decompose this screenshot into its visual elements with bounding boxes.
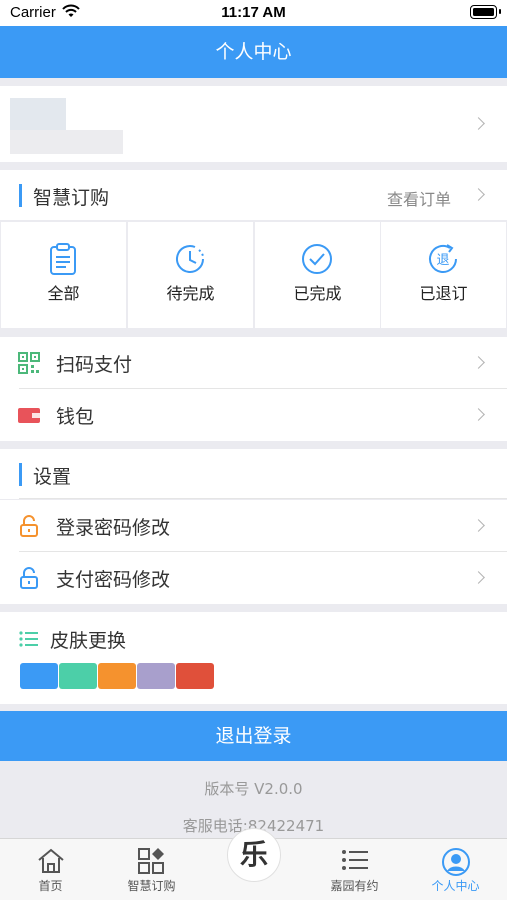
tab-jiayuan[interactable]: 嘉园有约 xyxy=(304,839,405,900)
settings-header: 设置 xyxy=(0,449,507,499)
tab-home[interactable]: 首页 xyxy=(0,839,101,900)
tab-smart-order[interactable]: 智慧订购 xyxy=(101,839,202,900)
chevron-right-icon xyxy=(472,188,485,201)
order-tab-completed[interactable]: 已完成 xyxy=(255,222,380,328)
skin-section: 皮肤更换 xyxy=(0,612,507,704)
lock-icon xyxy=(20,515,38,537)
orders-title: 智慧订购 xyxy=(33,187,110,209)
person-icon xyxy=(442,848,470,876)
qr-code-icon xyxy=(18,352,40,374)
skin-swatch-green[interactable] xyxy=(59,663,97,689)
nav-bar: 个人中心 xyxy=(0,26,507,78)
view-orders-link[interactable]: 查看订单 xyxy=(387,186,451,210)
svg-text:退: 退 xyxy=(436,253,449,268)
grid-icon xyxy=(138,848,164,874)
tab-label: 嘉园有约 xyxy=(330,879,379,893)
chevron-right-icon xyxy=(472,117,485,130)
chevron-right-icon xyxy=(472,356,485,369)
wallet-row[interactable]: 钱包 xyxy=(0,389,507,441)
skin-swatch-blue[interactable] xyxy=(20,663,58,689)
tab-profile[interactable]: 个人中心 xyxy=(405,839,506,900)
order-tab-all[interactable]: 全部 xyxy=(1,222,126,328)
section-marker xyxy=(19,184,22,207)
tab-label: 个人中心 xyxy=(431,879,480,893)
divider xyxy=(19,498,507,499)
order-tab-pending[interactable]: 待完成 xyxy=(128,222,253,328)
order-status-grid: 全部 待完成 已完成 退 已退订 xyxy=(0,222,507,328)
chevron-right-icon xyxy=(472,519,485,532)
skin-swatch-orange[interactable] xyxy=(98,663,136,689)
avatar-placeholder xyxy=(10,98,66,130)
battery-icon xyxy=(470,5,501,19)
pay-password-row[interactable]: 支付密码修改 xyxy=(0,552,507,604)
list-icon xyxy=(19,631,38,647)
logout-button[interactable]: 退出登录 xyxy=(0,711,507,761)
order-tab-refunded[interactable]: 退 已退订 xyxy=(381,222,506,328)
check-circle-icon xyxy=(302,244,332,274)
login-password-row[interactable]: 登录密码修改 xyxy=(0,500,507,552)
scan-pay-row[interactable]: 扫码支付 xyxy=(0,337,507,389)
home-icon xyxy=(38,848,64,873)
chevron-right-icon xyxy=(472,571,485,584)
lock-icon xyxy=(20,567,38,589)
clipboard-icon xyxy=(50,243,76,275)
row-label: 扫码支付 xyxy=(56,354,133,376)
clock: 11:17 AM xyxy=(221,4,286,21)
chevron-right-icon xyxy=(472,408,485,421)
refund-icon: 退 xyxy=(429,244,457,273)
order-tab-label: 待完成 xyxy=(166,284,215,303)
status-bar: Carrier 11:17 AM xyxy=(0,0,507,26)
tab-label: 首页 xyxy=(38,879,63,893)
orders-header[interactable]: 智慧订购 查看订单 xyxy=(0,170,507,220)
clock-icon xyxy=(176,245,204,273)
profile-card[interactable] xyxy=(0,86,507,162)
list-icon xyxy=(342,850,368,870)
order-tab-label: 已退订 xyxy=(419,284,468,303)
row-label: 登录密码修改 xyxy=(56,517,171,539)
settings-title: 设置 xyxy=(33,466,72,488)
le-logo-button[interactable]: 乐 xyxy=(227,828,281,882)
username-placeholder xyxy=(10,130,123,154)
skin-swatch-red[interactable] xyxy=(176,663,214,689)
tab-label: 智慧订购 xyxy=(127,879,176,893)
version-text: 版本号 V2.0.0 xyxy=(204,780,303,798)
order-tab-label: 已完成 xyxy=(293,284,342,303)
wallet-icon xyxy=(18,408,40,423)
order-tab-label: 全部 xyxy=(47,284,80,303)
skin-title: 皮肤更换 xyxy=(50,630,127,652)
row-label: 钱包 xyxy=(56,406,95,428)
section-marker xyxy=(19,463,22,486)
page-title: 个人中心 xyxy=(215,41,292,63)
skin-swatch-purple[interactable] xyxy=(137,663,175,689)
row-label: 支付密码修改 xyxy=(56,569,171,591)
